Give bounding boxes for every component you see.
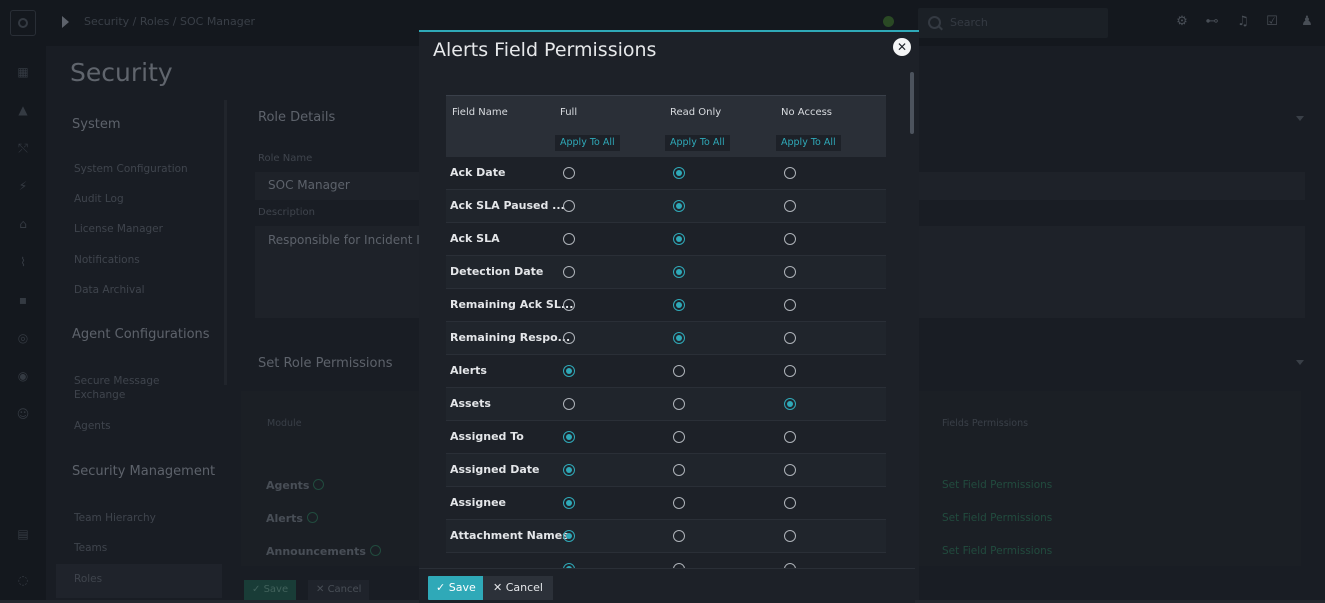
radio-read-only[interactable] [673, 266, 685, 278]
radio-full[interactable] [563, 332, 575, 344]
radio-no-access[interactable] [784, 167, 796, 179]
radio-no-access[interactable] [784, 332, 796, 344]
radio-read-only[interactable] [673, 530, 685, 542]
table-header: Field Name Full Read Only No Access Appl… [446, 95, 886, 158]
radio-no-access[interactable] [784, 233, 796, 245]
field-name: Alerts [450, 364, 487, 377]
table-row: Ack SLA [446, 223, 886, 256]
radio-no-access[interactable] [784, 398, 796, 410]
radio-no-access[interactable] [784, 365, 796, 377]
radio-read-only[interactable] [673, 233, 685, 245]
radio-full[interactable] [563, 497, 575, 509]
radio-read-only[interactable] [673, 398, 685, 410]
radio-read-only[interactable] [673, 365, 685, 377]
table-row: Alerts [446, 355, 886, 388]
radio-full[interactable] [563, 299, 575, 311]
modal-title: Alerts Field Permissions [433, 39, 657, 61]
radio-no-access[interactable] [784, 299, 796, 311]
apply-to-all-no-access-button[interactable]: Apply To All [776, 135, 841, 151]
cancel-label: Cancel [505, 581, 543, 594]
table-row: Assigned Date [446, 454, 886, 487]
radio-read-only[interactable] [673, 200, 685, 212]
field-name: Assigned Date [450, 463, 540, 476]
radio-read-only[interactable] [673, 332, 685, 344]
alerts-field-permissions-modal: Alerts Field Permissions ✕ Field Name Fu… [419, 30, 919, 603]
field-name: Ack SLA Paused ... [450, 199, 565, 212]
table-row: Ack Date [446, 157, 886, 190]
radio-full[interactable] [563, 365, 575, 377]
radio-full[interactable] [563, 200, 575, 212]
radio-read-only[interactable] [673, 167, 685, 179]
field-name: Attachment Names [450, 529, 569, 542]
save-label: Save [448, 581, 476, 594]
column-header-full: Full [560, 107, 578, 118]
field-name: Ack Date [450, 166, 506, 179]
field-name: Detection Date [450, 265, 544, 278]
table-row [446, 553, 886, 568]
radio-no-access[interactable] [784, 431, 796, 443]
field-name: Assets [450, 397, 491, 410]
radio-read-only[interactable] [673, 497, 685, 509]
table-row: Assets [446, 388, 886, 421]
field-name: Assignee [450, 496, 507, 509]
field-name: Remaining Ack SL... [450, 298, 574, 311]
apply-to-all-full-button[interactable]: Apply To All [555, 135, 620, 151]
apply-to-all-read-only-button[interactable]: Apply To All [665, 135, 730, 151]
modal-scrollbar[interactable] [910, 72, 914, 134]
field-name: Ack SLA [450, 232, 500, 245]
modal-footer: ✓ Save ✕ Cancel [419, 568, 915, 603]
radio-full[interactable] [563, 167, 575, 179]
save-button[interactable]: ✓ Save [428, 576, 484, 600]
column-header-no-access: No Access [781, 107, 833, 118]
field-permissions-table: Field Name Full Read Only No Access Appl… [446, 95, 886, 568]
radio-full[interactable] [563, 530, 575, 542]
table-row: Assignee [446, 487, 886, 520]
radio-full[interactable] [563, 431, 575, 443]
radio-no-access[interactable] [784, 530, 796, 542]
radio-no-access[interactable] [784, 464, 796, 476]
radio-full[interactable] [563, 266, 575, 278]
field-name: Assigned To [450, 430, 524, 443]
column-header-field-name: Field Name [452, 107, 508, 118]
field-name: Remaining Respo... [450, 331, 571, 344]
radio-no-access[interactable] [784, 200, 796, 212]
column-header-read-only: Read Only [670, 107, 722, 118]
radio-read-only[interactable] [673, 299, 685, 311]
radio-no-access[interactable] [784, 266, 796, 278]
radio-full[interactable] [563, 464, 575, 476]
radio-no-access[interactable] [784, 497, 796, 509]
radio-read-only[interactable] [673, 431, 685, 443]
table-row: Remaining Ack SL... [446, 289, 886, 322]
table-row: Detection Date [446, 256, 886, 289]
table-row: Assigned To [446, 421, 886, 454]
radio-full[interactable] [563, 398, 575, 410]
cancel-button[interactable]: ✕ Cancel [483, 576, 553, 600]
table-row: Attachment Names [446, 520, 886, 553]
radio-full[interactable] [563, 233, 575, 245]
close-icon[interactable]: ✕ [893, 38, 911, 56]
table-row: Remaining Respo... [446, 322, 886, 355]
table-row: Ack SLA Paused ... [446, 190, 886, 223]
radio-read-only[interactable] [673, 464, 685, 476]
